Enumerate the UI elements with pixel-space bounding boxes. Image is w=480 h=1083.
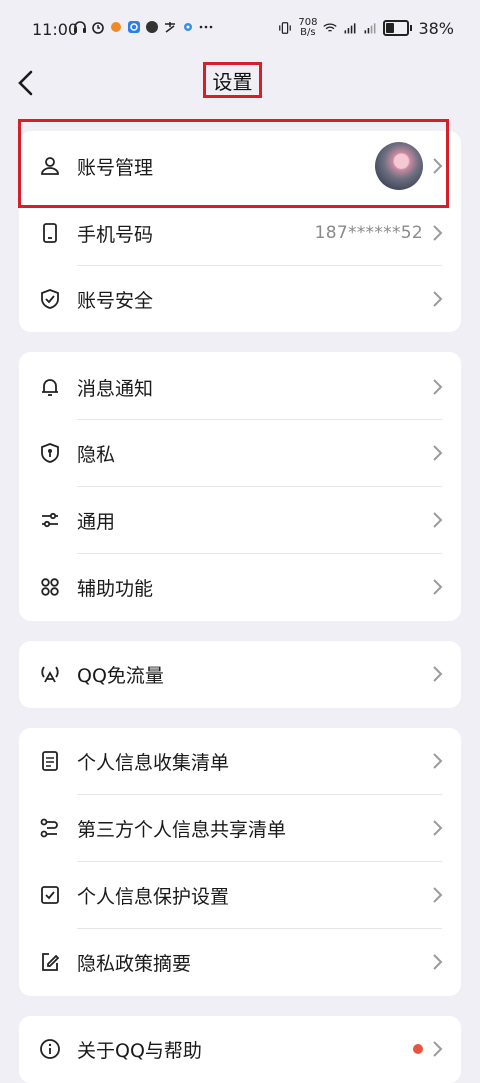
row-label: 个人信息保护设置: [77, 885, 230, 908]
signal-tower-icon: [39, 663, 61, 685]
chevron-right-icon: [433, 1041, 443, 1057]
status-time: 11:00: [32, 20, 79, 39]
more-dots-icon: [199, 20, 213, 34]
about-card: 关于QQ与帮助: [19, 1016, 461, 1083]
row-label: 手机号码: [77, 223, 154, 246]
chevron-right-icon: [433, 512, 443, 528]
personal-info-card: 个人信息收集清单 第三方个人信息共享清单 个人信息保护设置 隐私政策摘要: [19, 728, 461, 996]
net-speed: 708 B/s: [298, 18, 317, 38]
chevron-right-icon: [433, 291, 443, 307]
chevron-right-icon: [433, 820, 443, 836]
row-label: 账号安全: [77, 289, 154, 312]
row-notifications[interactable]: 消息通知: [19, 354, 461, 420]
bell-icon: [39, 376, 61, 398]
row-label: 账号管理: [77, 156, 154, 179]
sliders-icon: [39, 509, 61, 531]
page-title-text: 设置: [212, 69, 253, 94]
edit-icon: [39, 951, 61, 973]
chevron-right-icon: [433, 225, 443, 241]
signal-4g-icon: [343, 21, 357, 35]
notification-icons: [73, 20, 213, 34]
account-card: 账号管理 手机号码 187******52 账号安全: [19, 131, 461, 332]
settings-card: 消息通知 隐私 通用 辅助功能: [19, 352, 461, 621]
status-bar: 11:00 708 B/s 38%: [0, 0, 480, 62]
header: 设置: [0, 62, 480, 104]
row-general[interactable]: 通用: [19, 487, 461, 553]
grid-icon: [39, 576, 61, 598]
alipay-icon: [163, 20, 177, 34]
chat-icon: [145, 20, 159, 34]
battery-percent: 38%: [418, 18, 454, 38]
data-free-card: QQ免流量: [19, 641, 461, 708]
back-arrow-icon: [18, 70, 33, 96]
row-accessibility[interactable]: 辅助功能: [19, 554, 461, 620]
alarm-icon: [91, 20, 105, 34]
row-info-protection-settings[interactable]: 个人信息保护设置: [19, 862, 461, 928]
row-account-management[interactable]: 账号管理: [19, 133, 461, 199]
back-button[interactable]: [14, 66, 38, 100]
privacy-shield-icon: [39, 442, 61, 464]
row-label: 关于QQ与帮助: [77, 1039, 202, 1062]
chevron-right-icon: [433, 887, 443, 903]
phone-icon: [39, 222, 61, 244]
row-label: QQ免流量: [77, 664, 164, 687]
row-label: 第三方个人信息共享清单: [77, 818, 287, 841]
row-phone-number[interactable]: 手机号码 187******52: [19, 200, 461, 266]
row-label: 辅助功能: [77, 577, 154, 600]
row-third-party-sharing-list[interactable]: 第三方个人信息共享清单: [19, 795, 461, 861]
notification-dot: [413, 1044, 423, 1054]
row-label: 隐私政策摘要: [77, 952, 192, 975]
row-qq-data-free[interactable]: QQ免流量: [19, 641, 461, 707]
vibrate-icon: [278, 21, 292, 35]
app-small-icon: [181, 20, 195, 34]
row-privacy[interactable]: 隐私: [19, 420, 461, 486]
app-notify-icon: [109, 20, 123, 34]
signal-5g-icon: [363, 21, 377, 35]
shield-check-icon: [39, 288, 61, 310]
row-about-help[interactable]: 关于QQ与帮助: [19, 1016, 461, 1082]
row-label: 个人信息收集清单: [77, 751, 230, 774]
chevron-right-icon: [433, 954, 443, 970]
net-speed-unit: B/s: [300, 27, 316, 38]
row-label: 消息通知: [77, 377, 154, 400]
browser-icon: [127, 20, 141, 34]
headphones-icon: [73, 20, 87, 34]
battery-icon: [383, 20, 413, 36]
status-right: 708 B/s 38%: [278, 18, 454, 38]
chevron-right-icon: [433, 579, 443, 595]
chevron-right-icon: [433, 158, 443, 174]
chevron-right-icon: [433, 666, 443, 682]
chevron-right-icon: [433, 379, 443, 395]
share-flow-icon: [39, 817, 61, 839]
info-icon: [39, 1038, 61, 1060]
avatar: [375, 142, 423, 190]
chevron-right-icon: [433, 445, 443, 461]
wifi-icon: [323, 21, 338, 35]
row-label: 隐私: [77, 443, 116, 466]
person-icon: [39, 155, 61, 177]
checkbox-doc-icon: [39, 884, 61, 906]
row-info-collection-list[interactable]: 个人信息收集清单: [19, 728, 461, 794]
document-icon: [39, 750, 61, 772]
row-privacy-policy-summary[interactable]: 隐私政策摘要: [19, 929, 461, 995]
row-label: 通用: [77, 510, 116, 533]
row-account-security[interactable]: 账号安全: [19, 266, 461, 332]
phone-number-value: 187******52: [314, 223, 423, 243]
page-title: 设置: [203, 62, 262, 98]
chevron-right-icon: [433, 753, 443, 769]
